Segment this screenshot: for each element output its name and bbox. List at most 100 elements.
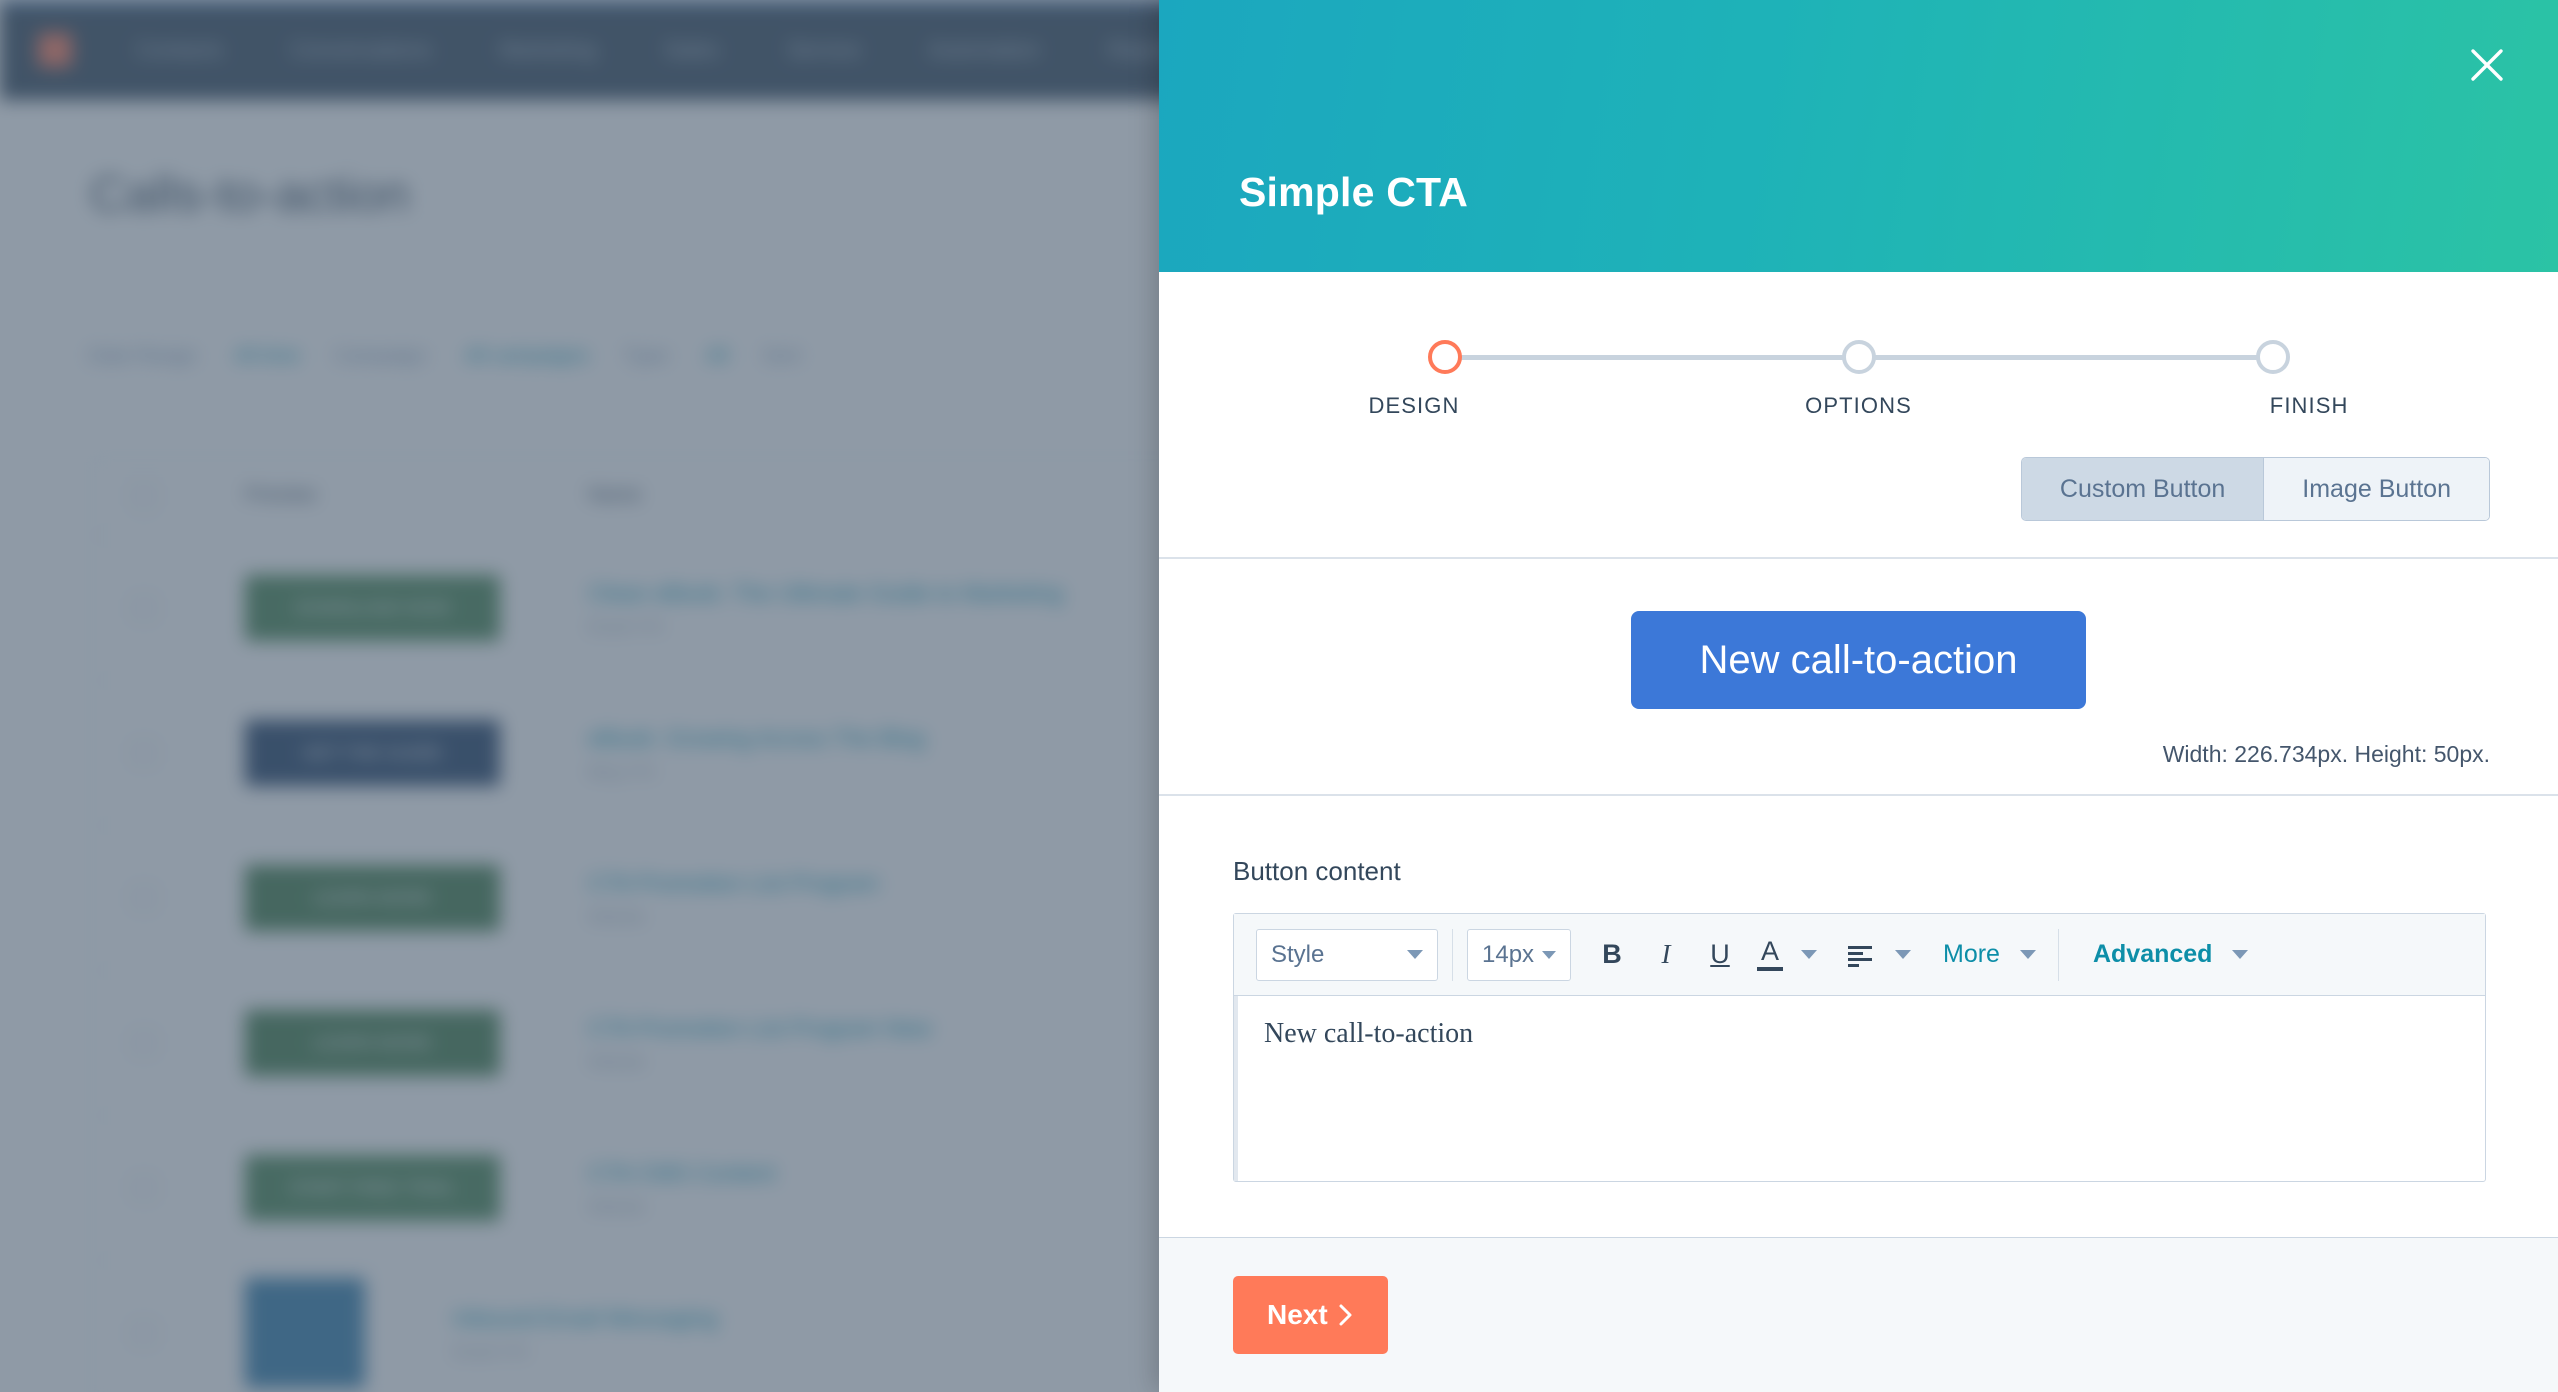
cta-editor-panel: Simple CTA DESIGN OPTIONS FINISH Custom … — [1159, 0, 2558, 1392]
nav-item-sales[interactable]: Sales — [664, 37, 719, 63]
nav-item-marketing[interactable]: Marketing — [499, 37, 596, 63]
filter-label-campaign: Campaign: — [333, 345, 431, 367]
panel-header: Simple CTA — [1159, 0, 2558, 272]
row-name-subtext: Website — [588, 908, 646, 926]
cta-preview-chip: LEARN MORE — [245, 1010, 500, 1076]
row-name-cell: Inbound Email Messaging Email CTA — [453, 1305, 718, 1362]
style-select-value: Style — [1271, 940, 1325, 968]
chevron-right-icon — [1339, 1304, 1352, 1326]
toggle-custom-button[interactable]: Custom Button — [2021, 458, 2264, 520]
text-align-icon[interactable] — [1839, 929, 1881, 981]
row-checkbox[interactable] — [131, 740, 157, 766]
chevron-down-icon[interactable] — [1801, 950, 1817, 959]
row-name-subtext: Email CTA — [588, 618, 664, 636]
row-checkbox[interactable] — [131, 1175, 157, 1201]
button-type-toggle-row: Custom Button Image Button — [1159, 421, 2558, 521]
chevron-down-icon — [1542, 950, 1557, 959]
row-checkbox[interactable] — [131, 885, 157, 911]
row-name-cell: CTA CMS Content Website — [588, 1160, 775, 1217]
chevron-down-icon — [1407, 950, 1423, 959]
next-button-label: Next — [1267, 1299, 1328, 1330]
underline-button[interactable]: U — [1699, 929, 1741, 981]
row-name-link[interactable]: Clean eBook: The Ultimate Guide to Marke… — [588, 580, 1063, 607]
next-button[interactable]: Next — [1233, 1276, 1388, 1354]
table-row[interactable]: LEARN MORE CTA Promotion List Program Ne… — [91, 971, 1162, 1116]
row-name-subtext: Website — [588, 1053, 646, 1071]
row-checkbox[interactable] — [131, 1320, 157, 1346]
panel-body: Button content Style 14px B I U A More A… — [1159, 796, 2558, 1237]
row-name-cell: CTA Promotion List Program New Website — [588, 1015, 931, 1072]
row-checkbox[interactable] — [131, 1030, 157, 1056]
style-select[interactable]: Style — [1256, 928, 1438, 981]
row-name-link[interactable]: CTA CMS Content — [588, 1160, 775, 1187]
toolbar-divider — [1452, 928, 1453, 981]
close-icon[interactable] — [2460, 38, 2514, 92]
table-row[interactable]: DOWNLOAD NOW Clean eBook: The Ultimate G… — [91, 536, 1162, 681]
step-label-design[interactable]: DESIGN — [1369, 393, 1460, 419]
column-header-preview[interactable]: Preview — [245, 484, 500, 507]
stepper-labels: DESIGN OPTIONS FINISH — [1369, 393, 2349, 421]
wizard-stepper: DESIGN OPTIONS FINISH — [1159, 272, 2558, 421]
cta-preview-button[interactable]: New call-to-action — [1631, 611, 2086, 709]
hubspot-sprocket-icon[interactable] — [38, 33, 72, 67]
editor-content-area[interactable]: New call-to-action — [1234, 996, 2485, 1181]
table-row[interactable]: START FREE TRIAL CTA CMS Content Website — [91, 1116, 1162, 1261]
row-checkbox[interactable] — [131, 595, 157, 621]
button-content-label: Button content — [1233, 856, 1401, 886]
stepper-track — [1427, 340, 2290, 374]
chevron-down-icon[interactable] — [1895, 950, 1911, 959]
cta-dimensions-text: Width: 226.734px. Height: 50px. — [2162, 741, 2490, 767]
cta-preview-chip: GET THE GUIDE — [245, 720, 500, 786]
step-dot-design[interactable] — [1427, 340, 1462, 374]
filter-label-type: Type: — [623, 345, 673, 367]
advanced-dropdown-label[interactable]: Advanced — [2087, 929, 2218, 981]
chevron-down-icon[interactable] — [2232, 950, 2249, 959]
row-name-link[interactable]: CTA Promotion List Program New — [588, 1015, 931, 1042]
step-dot-options[interactable] — [1841, 340, 1876, 374]
filter-value-campaign[interactable]: All campaigns — [465, 345, 590, 368]
background-navbar: Contacts Conversations Marketing Sales S… — [0, 0, 1162, 100]
toggle-image-button[interactable]: Image Button — [2263, 458, 2489, 520]
column-header-name[interactable]: Name — [588, 484, 641, 507]
nav-item-automation[interactable]: Automation — [928, 37, 1039, 63]
font-size-select[interactable]: 14px — [1467, 928, 1571, 981]
more-dropdown-label[interactable]: More — [1937, 929, 2006, 981]
rich-text-editor: Style 14px B I U A More Advanced New cal… — [1233, 913, 2486, 1182]
step-dot-finish[interactable] — [2255, 340, 2290, 374]
nav-item-conversations[interactable]: Conversations — [291, 37, 432, 63]
nav-item-contacts[interactable]: Contacts — [136, 37, 223, 63]
navbar-accent-bar — [0, 0, 1162, 5]
italic-button[interactable]: I — [1645, 929, 1687, 981]
nav-item-service[interactable]: Service — [787, 37, 860, 63]
button-type-toggle-group: Custom Button Image Button — [2020, 457, 2490, 521]
panel-title: Simple CTA — [1239, 169, 1469, 215]
chevron-down-icon[interactable] — [2019, 950, 2036, 959]
table-row[interactable]: GET THE GUIDE eBook: Growing Across The … — [91, 681, 1162, 826]
row-name-subtext: Blog CTA — [588, 763, 656, 781]
background-app-window: Contacts Conversations Marketing Sales S… — [0, 0, 1162, 1392]
row-name-link[interactable]: CTA Promotion List Program — [588, 870, 879, 897]
text-color-button[interactable]: A — [1753, 929, 1787, 981]
nav-item-reports[interactable]: Reports — [1108, 37, 1162, 63]
bold-button[interactable]: B — [1591, 929, 1633, 981]
row-name-link[interactable]: Inbound Email Messaging — [453, 1305, 718, 1332]
step-label-options[interactable]: OPTIONS — [1805, 393, 1912, 419]
select-all-checkbox[interactable] — [131, 482, 157, 509]
table-row[interactable]: LEARN MORE CTA Promotion List Program We… — [91, 826, 1162, 971]
cta-preview-chip — [245, 1278, 365, 1388]
table-row[interactable]: Inbound Email Messaging Email CTA — [91, 1261, 1162, 1392]
toolbar-divider — [2057, 928, 2059, 981]
editor-toolbar: Style 14px B I U A More Advanced — [1234, 914, 2485, 996]
row-name-cell: eBook: Growing Across The Blog Blog CTA — [588, 725, 925, 782]
filter-value-type[interactable]: All — [706, 345, 728, 368]
filter-bar: Date Range: All time Campaign: All campa… — [88, 345, 805, 368]
page-title: Calls-to-action — [90, 166, 410, 222]
row-name-link[interactable]: eBook: Growing Across The Blog — [588, 725, 925, 752]
row-name-subtext: Email CTA — [453, 1343, 529, 1361]
row-name-cell: Clean eBook: The Ultimate Guide to Marke… — [588, 580, 1063, 637]
step-label-finish[interactable]: FINISH — [2270, 393, 2349, 419]
filter-value-date-range[interactable]: All time — [234, 345, 300, 368]
row-name-cell: CTA Promotion List Program Website — [588, 870, 879, 927]
cta-preview-chip: LEARN MORE — [245, 865, 500, 931]
row-name-subtext: Website — [588, 1198, 646, 1216]
